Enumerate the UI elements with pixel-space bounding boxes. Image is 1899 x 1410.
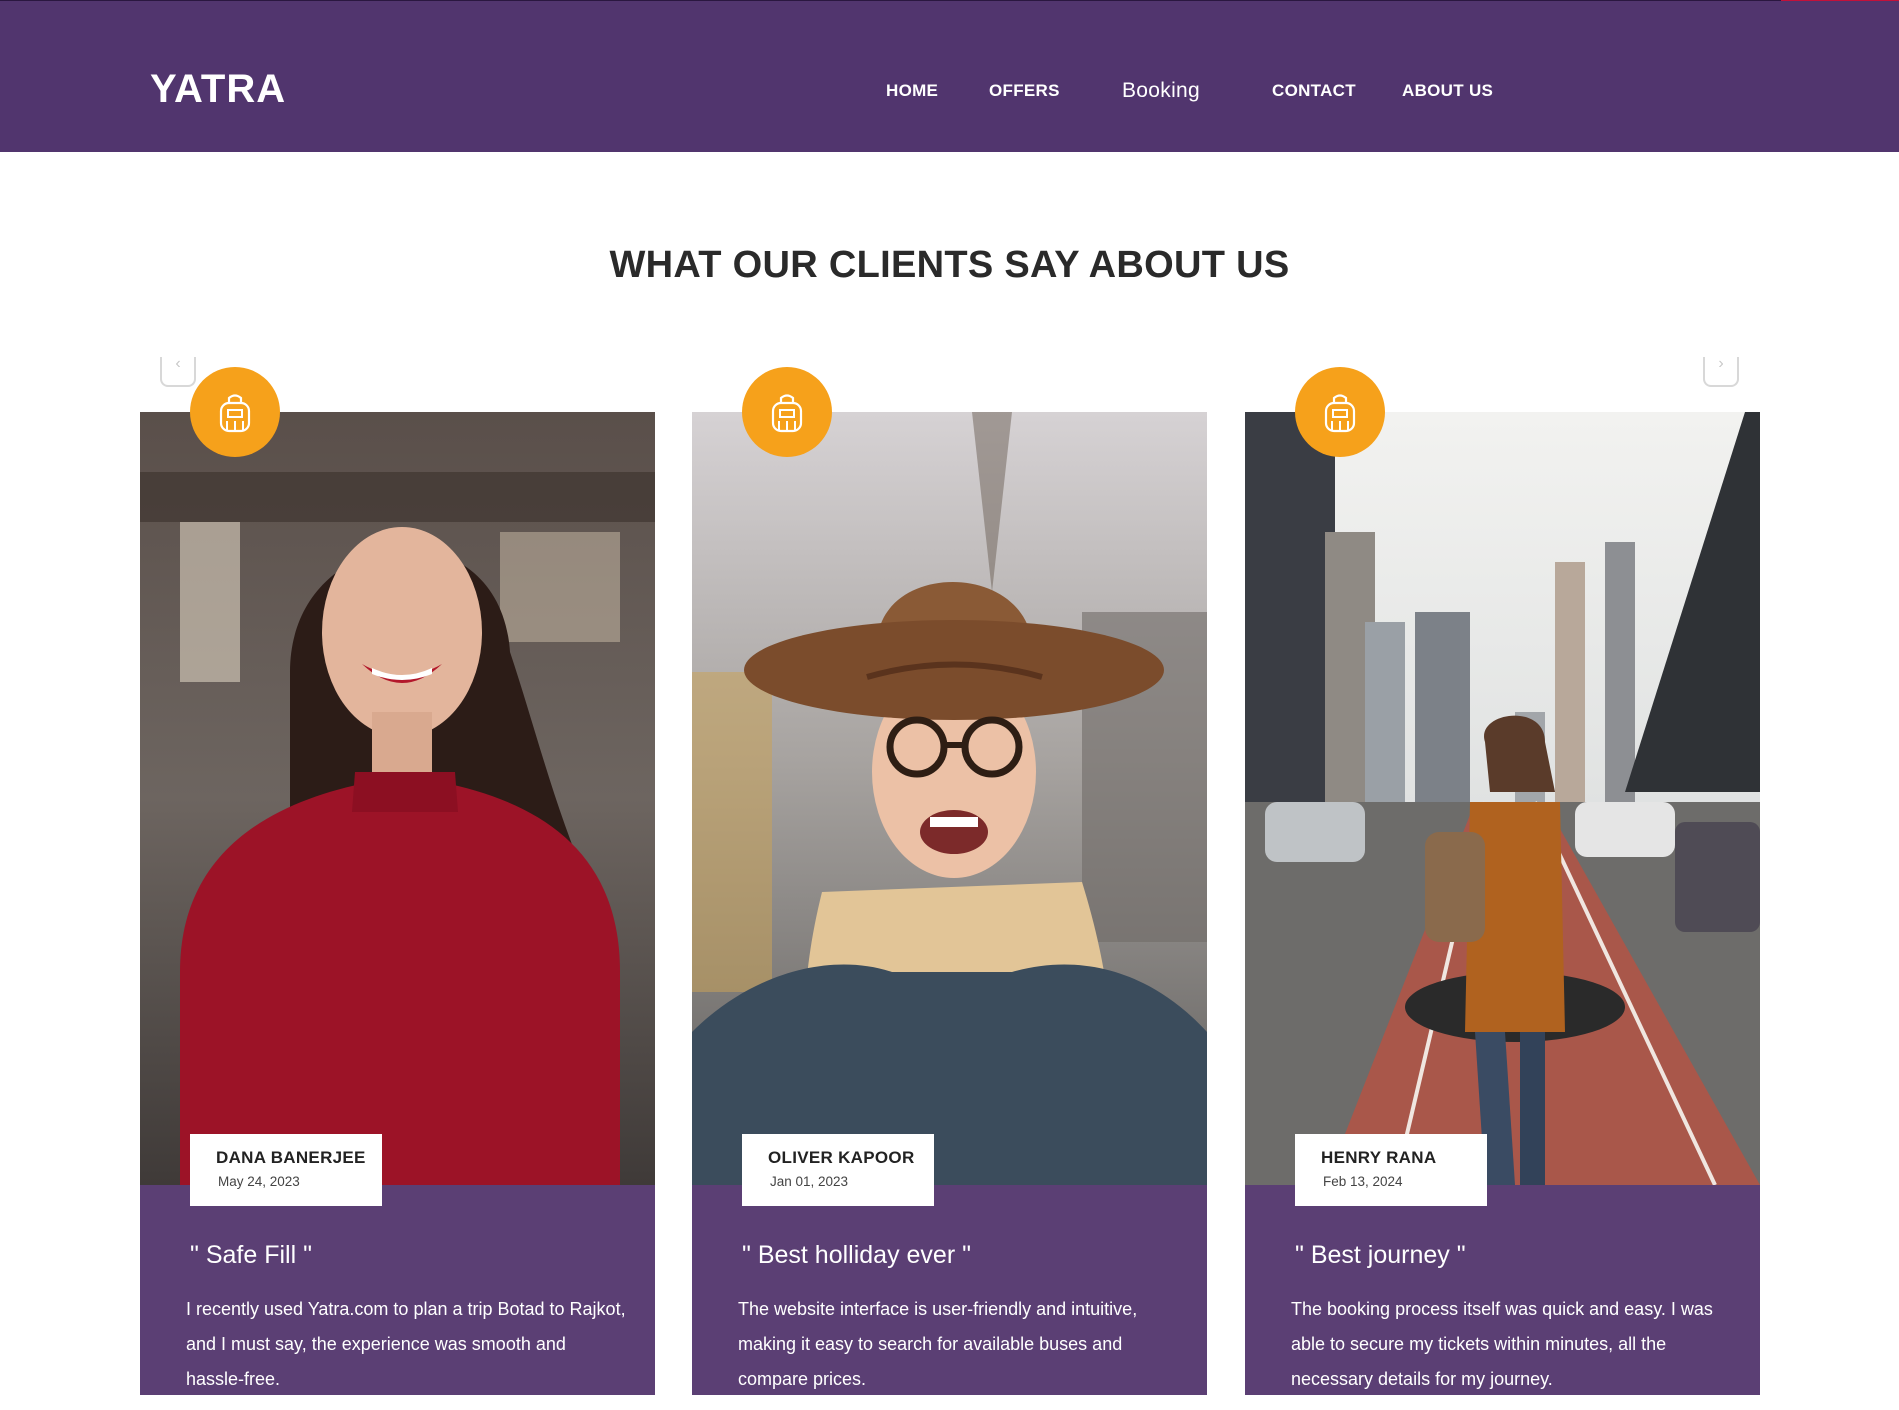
review-text: The website interface is user-friendly a…	[738, 1299, 1138, 1389]
carousel-next-button[interactable]: ›	[1703, 355, 1739, 387]
backpack-badge	[742, 367, 832, 457]
section-title: WHAT OUR CLIENTS SAY ABOUT US	[609, 244, 1290, 286]
backpack-badge	[1295, 367, 1385, 457]
nav-home[interactable]: HOME	[886, 81, 938, 101]
client-photo	[1245, 412, 1760, 1185]
chevron-right-icon: ›	[1718, 355, 1724, 372]
review-text: The booking process itself was quick and…	[1291, 1299, 1713, 1389]
review-date: Jan 01, 2023	[770, 1174, 849, 1189]
client-name: HENRY RANA	[1321, 1148, 1437, 1167]
chevron-left-icon: ‹	[175, 355, 181, 372]
nav-about-us[interactable]: ABOUT US	[1402, 81, 1493, 101]
site-logo[interactable]: YATRA	[150, 67, 286, 112]
backpack-badge	[190, 367, 280, 457]
client-name-box: OLIVER KAPOOR Jan 01, 2023	[742, 1134, 934, 1206]
review-date: May 24, 2023	[218, 1174, 300, 1189]
testimonial-card: " Best journey " The booking process its…	[1245, 367, 1760, 1395]
client-name-box: HENRY RANA Feb 13, 2024	[1295, 1134, 1487, 1206]
review-date: Feb 13, 2024	[1323, 1174, 1403, 1189]
review-title: " Best holliday ever "	[742, 1241, 971, 1269]
client-photo	[692, 412, 1207, 1185]
nav-contact[interactable]: CONTACT	[1272, 81, 1356, 101]
nav-offers[interactable]: OFFERS	[989, 81, 1060, 101]
review-title: " Safe Fill "	[190, 1241, 312, 1269]
backpack-icon	[771, 394, 803, 433]
client-photo	[140, 412, 655, 1185]
carousel-prev-button[interactable]: ‹	[160, 355, 196, 387]
testimonial-card: " Safe Fill " I recently used Yatra.com …	[140, 367, 655, 1395]
card-body: " Best holliday ever " The website inter…	[692, 1185, 1207, 1395]
client-name: OLIVER KAPOOR	[768, 1148, 915, 1167]
backpack-icon	[1324, 394, 1356, 433]
card-body: " Safe Fill " I recently used Yatra.com …	[140, 1185, 655, 1395]
card-body: " Best journey " The booking process its…	[1245, 1185, 1760, 1395]
client-name-box: DANA BANERJEE May 24, 2023	[190, 1134, 382, 1206]
client-name: DANA BANERJEE	[216, 1148, 366, 1167]
review-title: " Best journey "	[1295, 1241, 1466, 1269]
nav-booking[interactable]: Booking	[1122, 79, 1200, 103]
backpack-icon	[219, 394, 251, 433]
navbar: YATRA HOME OFFERS Booking CONTACT ABOUT …	[0, 1, 1899, 152]
review-text: I recently used Yatra.com to plan a trip…	[186, 1299, 626, 1389]
testimonial-card: " Best holliday ever " The website inter…	[692, 367, 1207, 1395]
